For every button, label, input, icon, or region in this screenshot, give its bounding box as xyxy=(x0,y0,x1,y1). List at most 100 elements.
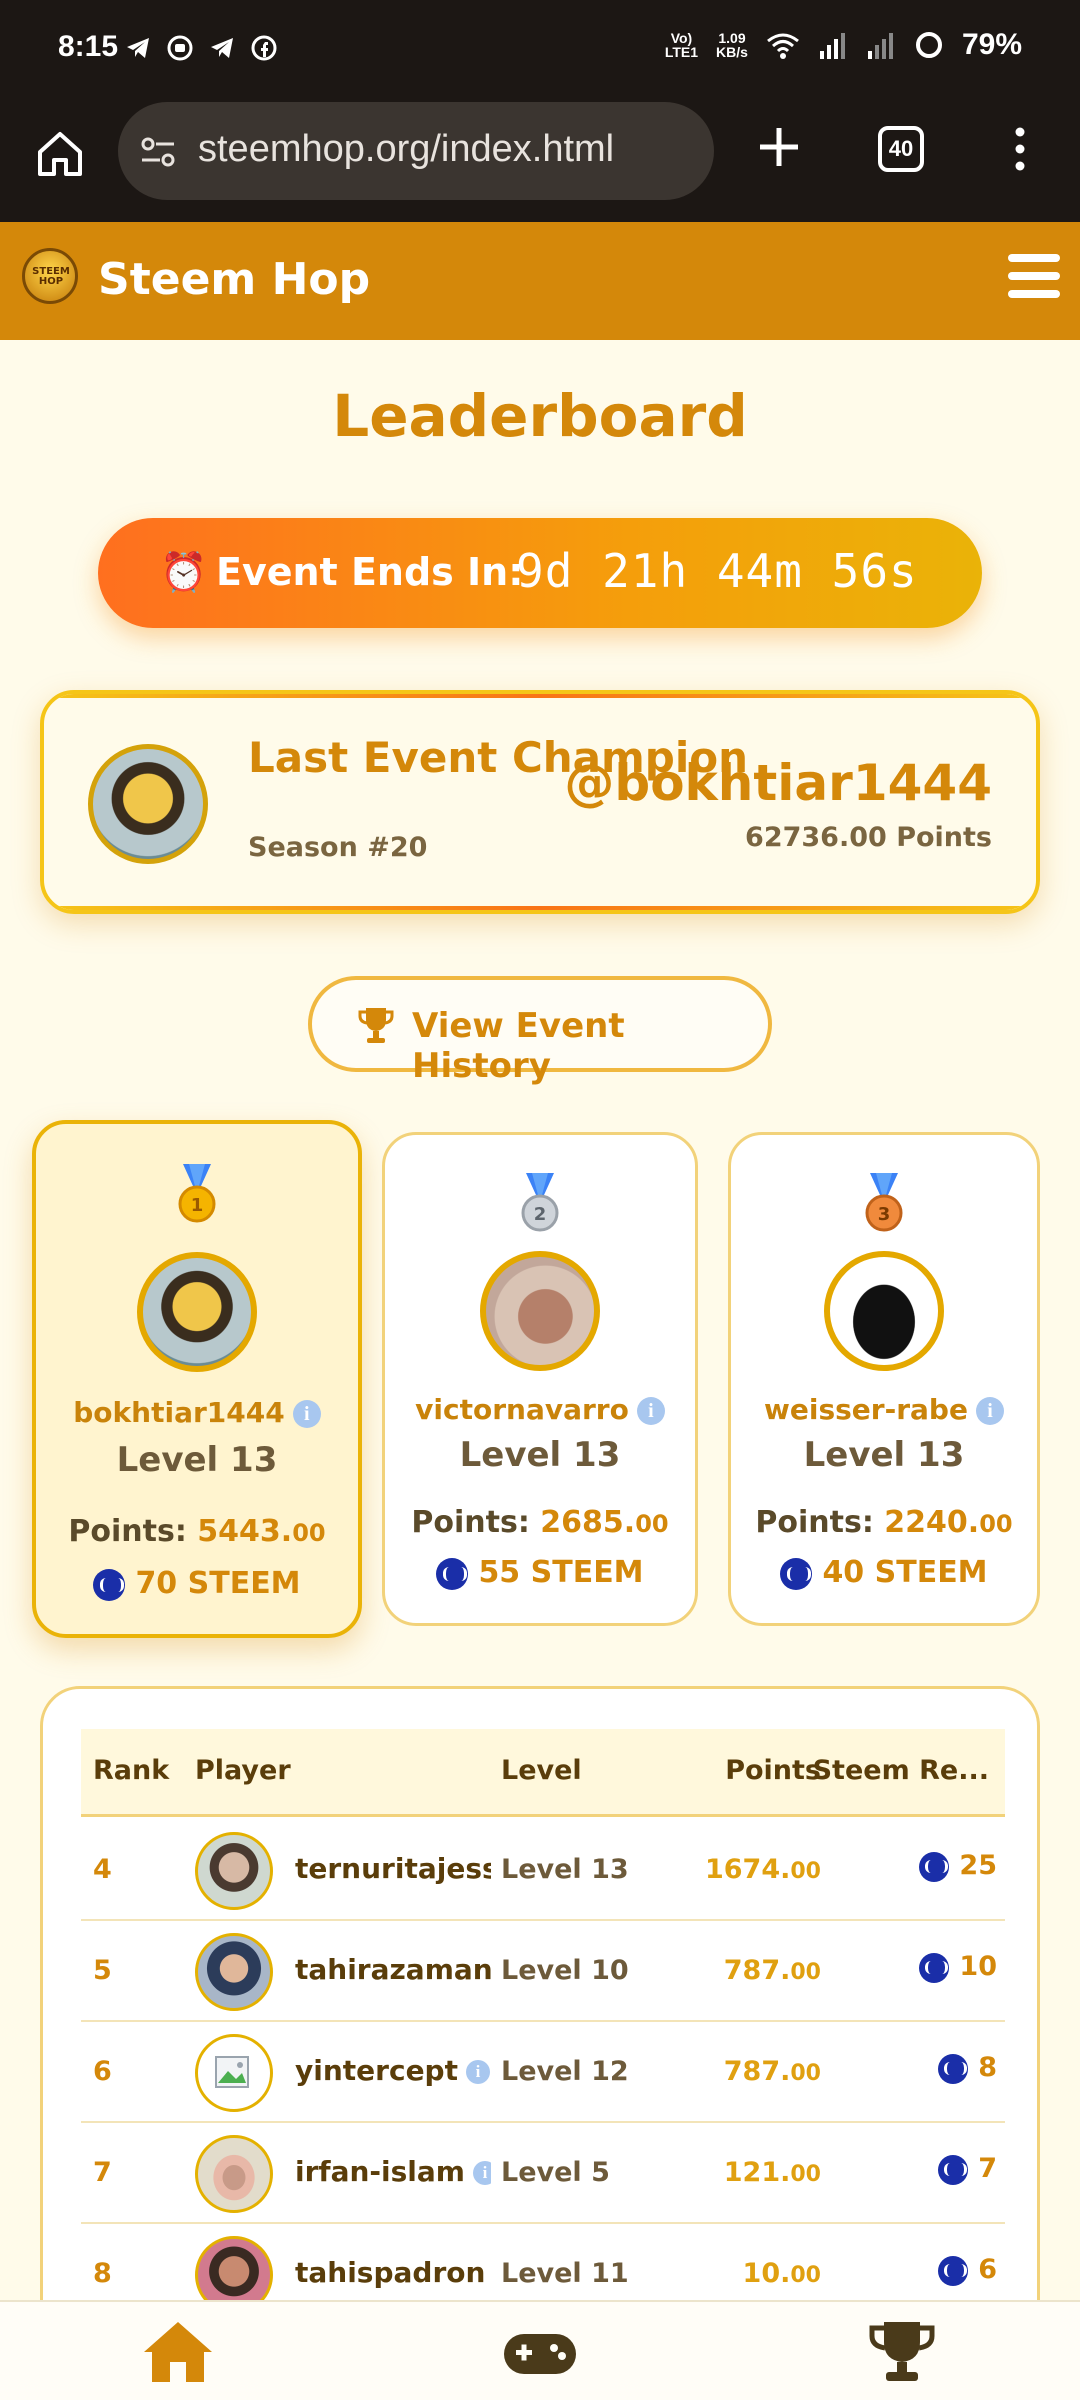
info-icon[interactable]: i xyxy=(636,1397,665,1425)
steem-icon xyxy=(938,2255,969,2286)
column-header-rank[interactable]: Rank xyxy=(93,1755,169,1786)
home-icon[interactable] xyxy=(34,128,86,180)
site-header: STEEM HOP Steem Hop xyxy=(0,222,1080,340)
leaderboard-table: Rank Player Level Points Steem Re... 4 t… xyxy=(40,1686,1040,2400)
avatar xyxy=(195,1933,273,2011)
info-icon[interactable]: i xyxy=(472,2161,491,2185)
podium-reward: 55 STEEM xyxy=(385,1555,695,1590)
podium-reward: 70 STEEM xyxy=(36,1566,358,1601)
view-event-history-button[interactable]: View Event History xyxy=(308,976,772,1086)
row-level: Level 5 xyxy=(501,2157,610,2188)
row-reward: 6 xyxy=(938,2254,997,2286)
champion-season: Season #20 xyxy=(248,832,428,863)
event-timer: ⏰ Event Ends In: 9d 21h 44m 56s xyxy=(98,518,982,628)
row-level: Level 13 xyxy=(501,1854,629,1885)
row-player-name[interactable]: irfan-islam i xyxy=(295,2155,491,2188)
row-level: Level 11 xyxy=(501,2258,629,2289)
svg-text:2: 2 xyxy=(534,1204,547,1225)
telegram-icon xyxy=(211,38,233,58)
history-button-label: View Event History xyxy=(412,1006,625,1086)
site-settings-icon[interactable] xyxy=(138,132,178,172)
tab-switcher-button[interactable]: 40 xyxy=(878,126,924,172)
more-options-icon[interactable] xyxy=(1008,124,1032,174)
row-rank: 7 xyxy=(93,2157,112,2188)
network-speed: 1.09 KB/s xyxy=(716,30,748,60)
card-accent-bar xyxy=(44,906,1036,910)
bottom-navigation xyxy=(0,2300,1080,2400)
broken-image-icon xyxy=(215,2056,249,2088)
row-level: Level 12 xyxy=(501,2056,629,2087)
row-points: 787.00 xyxy=(723,1955,821,1986)
info-icon[interactable]: i xyxy=(975,1397,1004,1425)
steem-icon xyxy=(93,1568,126,1601)
telegram-icon xyxy=(127,38,149,58)
wifi-icon xyxy=(767,33,799,59)
new-tab-icon[interactable] xyxy=(754,122,804,172)
info-icon[interactable]: i xyxy=(465,2060,490,2084)
avatar xyxy=(824,1251,944,1371)
gamepad-icon[interactable] xyxy=(500,2316,580,2388)
row-player-name[interactable]: yintercept i xyxy=(295,2054,491,2087)
podium-username[interactable]: bokhtiar1444 i xyxy=(36,1396,358,1429)
media-icon xyxy=(167,35,193,61)
row-player-name[interactable]: tahispadroni xyxy=(295,2256,491,2289)
trophy-icon xyxy=(358,1008,394,1043)
champion-username[interactable]: @bokhtiar1444 xyxy=(564,754,992,812)
steem-icon xyxy=(938,2053,969,2084)
row-reward: 7 xyxy=(938,2153,997,2185)
silver-medal-icon: 2 xyxy=(521,1173,559,1232)
address-bar[interactable]: steemhop.org/index.html xyxy=(118,102,714,200)
battery-icon xyxy=(915,32,942,58)
podium-card-first[interactable]: 1 bokhtiar1444 i Level 13 Points: 5443.00… xyxy=(32,1120,362,1638)
svg-text:3: 3 xyxy=(878,1204,891,1225)
trophy-nav-icon[interactable] xyxy=(862,2316,942,2388)
table-row[interactable]: 5 tahirazamani Level 10 787.00 10 xyxy=(81,1921,1005,2022)
row-reward: 25 xyxy=(919,1850,997,1882)
row-rank: 6 xyxy=(93,2056,112,2087)
svg-text:1: 1 xyxy=(191,1195,204,1216)
avatar xyxy=(137,1252,257,1372)
alarm-clock-icon: ⏰ xyxy=(160,550,208,594)
podium-level: Level 13 xyxy=(116,1440,278,1480)
facebook-icon xyxy=(251,35,277,61)
podium-points: Points: 2685.00 xyxy=(411,1505,669,1540)
row-reward: 8 xyxy=(938,2052,997,2084)
bronze-medal-icon: 3 xyxy=(865,1173,903,1232)
avatar xyxy=(195,1832,273,1910)
column-header-reward[interactable]: Steem Re... xyxy=(813,1755,989,1786)
volte-indicator: Vo) LTE1 xyxy=(664,30,699,60)
last-champion-card: Last Event Champion Season #20 @bokhtiar… xyxy=(40,690,1040,914)
podium-points: Points: 5443.00 xyxy=(68,1514,326,1549)
column-header-points[interactable]: Points xyxy=(725,1755,821,1786)
avatar xyxy=(195,2034,273,2112)
page-title: Leaderboard xyxy=(332,382,748,450)
info-icon[interactable]: i xyxy=(292,1400,321,1428)
battery-percent: 79% xyxy=(961,28,1022,61)
row-points: 10.00 xyxy=(742,2258,821,2289)
site-title[interactable]: Steem Hop xyxy=(98,254,370,305)
podium-username[interactable]: victornavarro i xyxy=(385,1393,695,1426)
status-bar: 8:15 Vo) LTE1 1.09 KB/s 79% xyxy=(0,0,1080,100)
column-header-level[interactable]: Level xyxy=(501,1755,582,1786)
podium-username[interactable]: weisser-rabe i xyxy=(731,1393,1037,1426)
hamburger-menu-icon[interactable] xyxy=(1008,254,1060,302)
column-header-player[interactable]: Player xyxy=(195,1755,291,1786)
url-text[interactable]: steemhop.org/index.html xyxy=(198,128,614,171)
logo-text: STEEM HOP xyxy=(32,266,70,287)
steem-icon xyxy=(780,1557,813,1590)
row-player-name[interactable]: ternuritajessii xyxy=(295,1852,491,1885)
podium-card-second[interactable]: 2 victornavarro i Level 13 Points: 2685.0… xyxy=(382,1132,698,1626)
home-nav-icon[interactable] xyxy=(138,2316,218,2388)
site-logo[interactable]: STEEM HOP xyxy=(22,248,78,304)
row-points: 121.00 xyxy=(723,2157,821,2188)
row-rank: 4 xyxy=(93,1854,112,1885)
table-header: Rank Player Level Points Steem Re... xyxy=(81,1729,1005,1817)
table-row[interactable]: 6 yintercept i Level 12 787.00 8 xyxy=(81,2022,1005,2123)
row-points: 787.00 xyxy=(723,2056,821,2087)
row-player-name[interactable]: tahirazamani xyxy=(295,1953,491,1986)
steem-icon xyxy=(436,1557,469,1590)
podium-card-third[interactable]: 3 weisser-rabe i Level 13 Points: 2240.00… xyxy=(728,1132,1040,1626)
status-time: 8:15 xyxy=(58,30,119,63)
table-row[interactable]: 4 ternuritajessii Level 13 1674.00 25 xyxy=(81,1820,1005,1921)
table-row[interactable]: 7 irfan-islam i Level 5 121.00 7 xyxy=(81,2123,1005,2224)
